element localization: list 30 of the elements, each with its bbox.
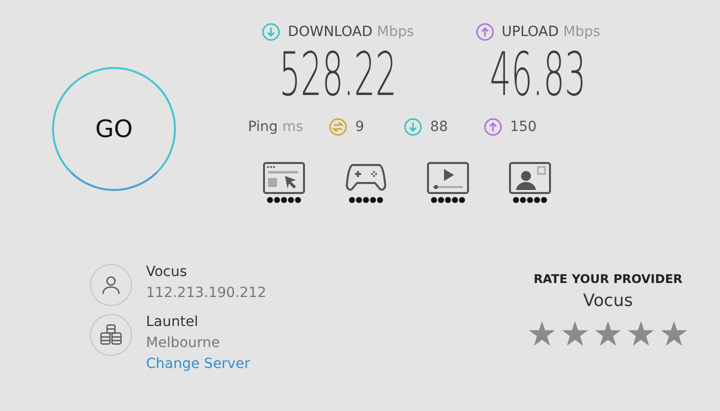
- go-button[interactable]: GO: [52, 67, 176, 191]
- speed-value: 528.22: [279, 44, 397, 106]
- speed-value: 46.83: [490, 44, 586, 106]
- download-icon: [404, 118, 422, 136]
- server-location: Melbourne: [146, 335, 221, 351]
- rate-title: RATE YOUR PROVIDER: [534, 272, 682, 286]
- ip-address: 112.213.190.212: [146, 285, 266, 301]
- video-call-icon: [509, 162, 551, 194]
- star-button[interactable]: [628, 321, 654, 346]
- user-icon: [101, 275, 121, 295]
- rated-provider: Vocus: [583, 291, 633, 311]
- speed-label: DOWNLOAD Mbps: [288, 24, 414, 40]
- star-button[interactable]: [562, 321, 588, 346]
- server-stack-icon: [100, 324, 122, 346]
- ping-icon: [329, 118, 348, 136]
- provider-name: Vocus: [146, 264, 188, 280]
- browser-cursor-icon: [263, 162, 305, 194]
- ping-label: Ping ms: [248, 119, 304, 135]
- upload-icon: [476, 23, 494, 41]
- star-button[interactable]: [661, 321, 687, 346]
- video-player-icon: [427, 162, 469, 194]
- star-button[interactable]: [595, 321, 621, 346]
- ping-value: 9: [355, 119, 364, 135]
- ping-value: 150: [510, 119, 537, 135]
- speed-label: UPLOAD Mbps: [502, 24, 600, 40]
- ping-value: 88: [430, 119, 448, 135]
- server-name: Launtel: [146, 314, 200, 330]
- download-icon: [262, 23, 280, 41]
- upload-icon: [484, 118, 502, 136]
- star-button[interactable]: [529, 321, 555, 346]
